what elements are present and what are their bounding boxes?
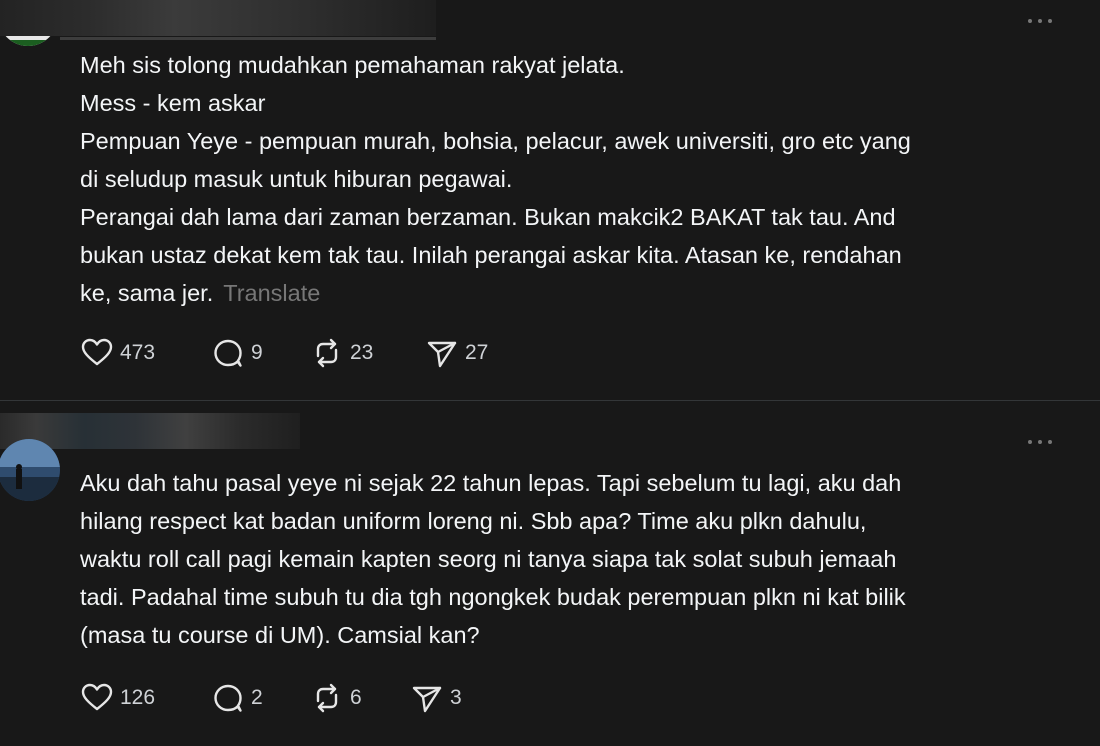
post-line: waktu roll call pagi kemain kapten seorg… <box>80 546 897 572</box>
reply-button[interactable]: 2 <box>211 681 263 715</box>
post-actions: 473 9 23 27 <box>80 336 580 370</box>
like-count: 473 <box>120 341 156 364</box>
send-icon <box>427 341 457 368</box>
translate-link[interactable]: Translate <box>223 280 320 306</box>
post-line: (masa tu course di UM). Camsial kan? <box>80 622 480 648</box>
post-line: Perangai dah lama dari zaman berzaman. B… <box>80 204 896 230</box>
send-icon <box>412 686 442 713</box>
comment-icon <box>214 339 242 367</box>
repost-count: 6 <box>350 686 362 709</box>
post-line: tadi. Padahal time subuh tu dia tgh ngon… <box>80 584 906 610</box>
post-line: hilang respect kat badan uniform loreng … <box>80 508 867 534</box>
post-line: di seludup masuk untuk hiburan pegawai. <box>80 166 513 192</box>
share-button[interactable]: 27 <box>425 336 488 370</box>
redacted-underline <box>60 37 436 40</box>
post-line-text: ke, sama jer. <box>80 280 214 306</box>
more-options-icon[interactable] <box>1028 17 1052 25</box>
post-line: Aku dah tahu pasal yeye ni sejak 22 tahu… <box>80 470 902 496</box>
post-body: Aku dah tahu pasal yeye ni sejak 22 tahu… <box>80 464 1070 654</box>
repost-count: 23 <box>350 341 374 364</box>
share-count: 27 <box>465 341 489 364</box>
avatar[interactable] <box>0 439 60 501</box>
repost-button[interactable]: 6 <box>310 681 362 715</box>
reply-count: 2 <box>251 686 263 709</box>
more-options-icon[interactable] <box>1028 438 1052 446</box>
reply-count: 9 <box>251 341 263 364</box>
comment-icon <box>214 684 242 712</box>
post-line-last: ke, sama jer. Translate <box>80 274 1070 312</box>
repost-icon <box>316 683 338 713</box>
post-body: Meh sis tolong mudahkan pemahaman rakyat… <box>80 46 1070 312</box>
post-1: Meh sis tolong mudahkan pemahaman rakyat… <box>0 0 1100 400</box>
heart-icon <box>81 683 113 711</box>
like-count: 126 <box>120 686 156 709</box>
post-line: Mess - kem askar <box>80 90 266 116</box>
share-count: 3 <box>450 686 462 709</box>
redacted-username <box>0 0 436 36</box>
repost-button[interactable]: 23 <box>310 336 373 370</box>
post-line: bukan ustaz dekat kem tak tau. Inilah pe… <box>80 242 902 268</box>
avatar-image <box>0 439 60 501</box>
post-line: Meh sis tolong mudahkan pemahaman rakyat… <box>80 52 625 78</box>
repost-icon <box>316 338 338 368</box>
reply-button[interactable]: 9 <box>211 336 263 370</box>
heart-icon <box>81 338 113 366</box>
like-button[interactable]: 126 <box>80 681 155 715</box>
post-line: Pempuan Yeye - pempuan murah, bohsia, pe… <box>80 128 911 154</box>
post-actions: 126 2 6 3 <box>80 681 580 715</box>
like-button[interactable]: 473 <box>80 336 155 370</box>
post-2: Aku dah tahu pasal yeye ni sejak 22 tahu… <box>0 401 1100 746</box>
share-button[interactable]: 3 <box>410 681 462 715</box>
